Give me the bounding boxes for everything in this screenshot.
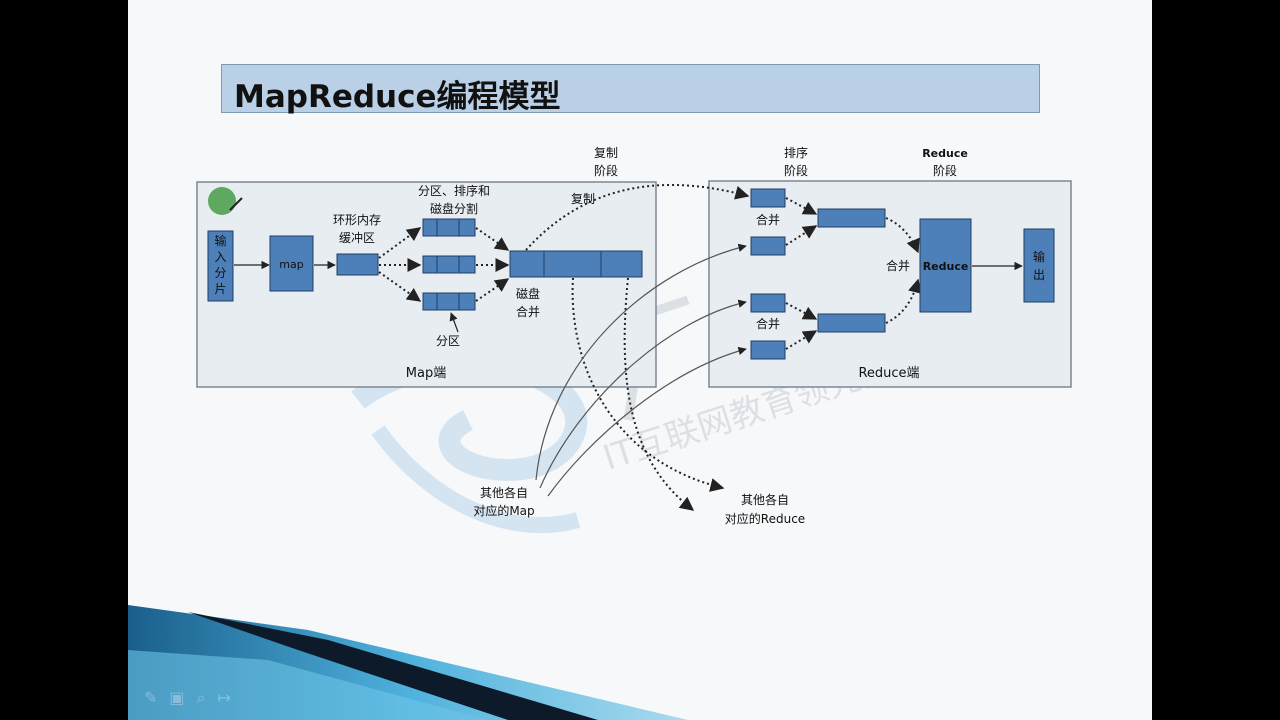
merge-top-label: 合并: [756, 212, 780, 227]
ring-buffer-label-2: 缓冲区: [339, 230, 375, 245]
laser-pointer: [208, 187, 236, 215]
merged-segment-top: [817, 208, 886, 228]
map-side-panel: [196, 181, 657, 388]
copied-segment-3: [750, 293, 786, 313]
merged-segment-bottom: [817, 313, 886, 333]
input-split-label-3: 分: [214, 266, 226, 280]
map-side-label: Map端: [406, 366, 446, 381]
output-label-2: 出: [1033, 268, 1045, 282]
copied-segment-4: [750, 340, 786, 360]
copy-label: 复制: [571, 192, 595, 206]
map-box-label: map: [279, 258, 303, 271]
reduce-stage-label-2: 阶段: [933, 163, 957, 178]
disk-merge-label-2: 合并: [516, 304, 540, 319]
arrow-pointer-icon[interactable]: ↦: [218, 688, 231, 712]
disk-merge-label-1: 磁盘: [516, 286, 540, 301]
reduce-side-label: Reduce端: [858, 366, 919, 381]
copy-stage-label-1: 复制: [594, 146, 618, 160]
copied-segment-2: [750, 236, 786, 256]
partition-sort-label-1: 分区、排序和: [418, 183, 490, 198]
other-reduce-label-2: 对应的Reduce: [725, 511, 805, 526]
copy-stage-label-2: 阶段: [594, 163, 618, 178]
merge-mid-label: 合并: [886, 258, 910, 273]
pen-tool-icon[interactable]: ✎: [144, 688, 157, 712]
sort-stage-label-2: 阶段: [784, 163, 808, 178]
spill-file-3: [422, 292, 476, 311]
partition-label: 分区: [436, 334, 460, 348]
sort-stage-label-1: 排序: [784, 145, 808, 160]
other-map-label-1: 其他各自: [480, 485, 528, 500]
spill-file-2: [422, 255, 476, 274]
output-box: [1023, 228, 1055, 303]
input-split-label-1: 输: [214, 233, 226, 248]
spill-file-1: [422, 218, 476, 237]
copied-segment-1: [750, 188, 786, 208]
screen-icon[interactable]: ▣: [169, 688, 184, 712]
reduce-stage-label-1: Reduce: [922, 147, 968, 160]
merged-output-file: [509, 250, 643, 278]
output-label-1: 输: [1033, 249, 1045, 264]
other-map-label-2: 对应的Map: [473, 503, 534, 518]
other-reduce-label-1: 其他各自: [741, 492, 789, 507]
ring-buffer-label-1: 环形内存: [333, 213, 381, 227]
merge-bottom-label: 合并: [756, 316, 780, 331]
mapreduce-diagram: IT互联网教育领先品牌 输 入 分 片 map 环形内存 缓冲区 分区、排序和 …: [128, 145, 1072, 720]
ring-buffer-box: [336, 253, 379, 276]
reduce-box-label: Reduce: [923, 260, 969, 273]
input-split-label-4: 片: [214, 282, 226, 296]
partition-sort-label-2: 磁盘分割: [430, 201, 478, 216]
search-icon[interactable]: ⌕: [197, 688, 206, 712]
slideshow-toolbar: ✎ ▣ ⌕ ↦: [144, 688, 231, 712]
input-split-label-2: 入: [214, 250, 226, 264]
slide: MapReduce编程模型 IT互联网教育领先品牌 输 入 分 片 map 环形…: [128, 0, 1152, 720]
